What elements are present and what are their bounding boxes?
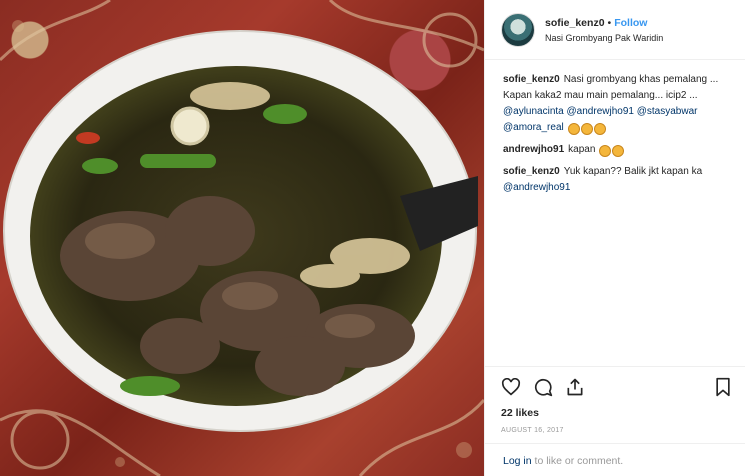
post-sidebar: sofie_kenz0 • Follow Nasi Grombyang Pak Wa… (484, 0, 745, 476)
login-link[interactable]: Log in (503, 455, 532, 467)
post-date: AUGUST 16, 2017 (501, 427, 564, 434)
mention-link[interactable]: @andrewjho91 (503, 182, 570, 193)
post-photo[interactable] (0, 0, 484, 476)
likes-count[interactable]: 22 likes (501, 407, 732, 419)
emoji-icon: :) (612, 145, 625, 157)
comment-username[interactable]: andrewjho91 (503, 144, 564, 155)
comment-text: Yuk kapan?? Balik jkt kapan ka (563, 166, 703, 177)
share-icon[interactable] (565, 377, 585, 397)
comment-item: sofie_kenz0 Yuk kapan?? Balik jkt kapan k… (503, 164, 731, 196)
post-actions: 22 likes AUGUST 16, 2017 (485, 366, 745, 434)
emoji-icon: :) (593, 123, 606, 135)
soup-bowl (3, 30, 478, 432)
mention-link[interactable]: @andrewjho91 (567, 106, 634, 117)
login-prompt: Log in to like or comment. (485, 443, 745, 476)
emoji-icon: :) (567, 123, 580, 135)
avatar[interactable] (501, 12, 535, 47)
mention-link[interactable]: @aylunacinta (503, 106, 564, 117)
separator-dot: • (607, 16, 612, 29)
instagram-post: sofie_kenz0 • Follow Nasi Grombyang Pak Wa… (0, 0, 745, 476)
location-link[interactable]: Nasi Grombyang Pak Waridin (545, 33, 663, 43)
mention-link[interactable]: @stasyabwar (637, 106, 698, 117)
comments-list: sofie_kenz0 Nasi grombyang khas pemalang … (485, 60, 745, 196)
header-username[interactable]: sofie_kenz0 (545, 17, 605, 29)
post-header: sofie_kenz0 • Follow Nasi Grombyang Pak Wa… (485, 0, 745, 60)
comment-item: andrewjho91 kapan :):) (503, 142, 731, 158)
emoji-icon: :) (599, 145, 612, 157)
login-text: to like or comment. (531, 455, 624, 467)
mention-link[interactable]: @amora_real (503, 122, 564, 133)
comment-item: sofie_kenz0 Nasi grombyang khas pemalang … (503, 72, 731, 136)
comment-username[interactable]: sofie_kenz0 (503, 74, 560, 85)
bookmark-icon[interactable] (714, 377, 732, 397)
emoji-icon: :) (580, 123, 593, 135)
comment-username[interactable]: sofie_kenz0 (503, 166, 560, 177)
heart-icon[interactable] (501, 378, 521, 396)
follow-button[interactable]: Follow (614, 17, 647, 29)
comment-text: kapan (568, 144, 596, 155)
comment-icon[interactable] (533, 377, 553, 397)
